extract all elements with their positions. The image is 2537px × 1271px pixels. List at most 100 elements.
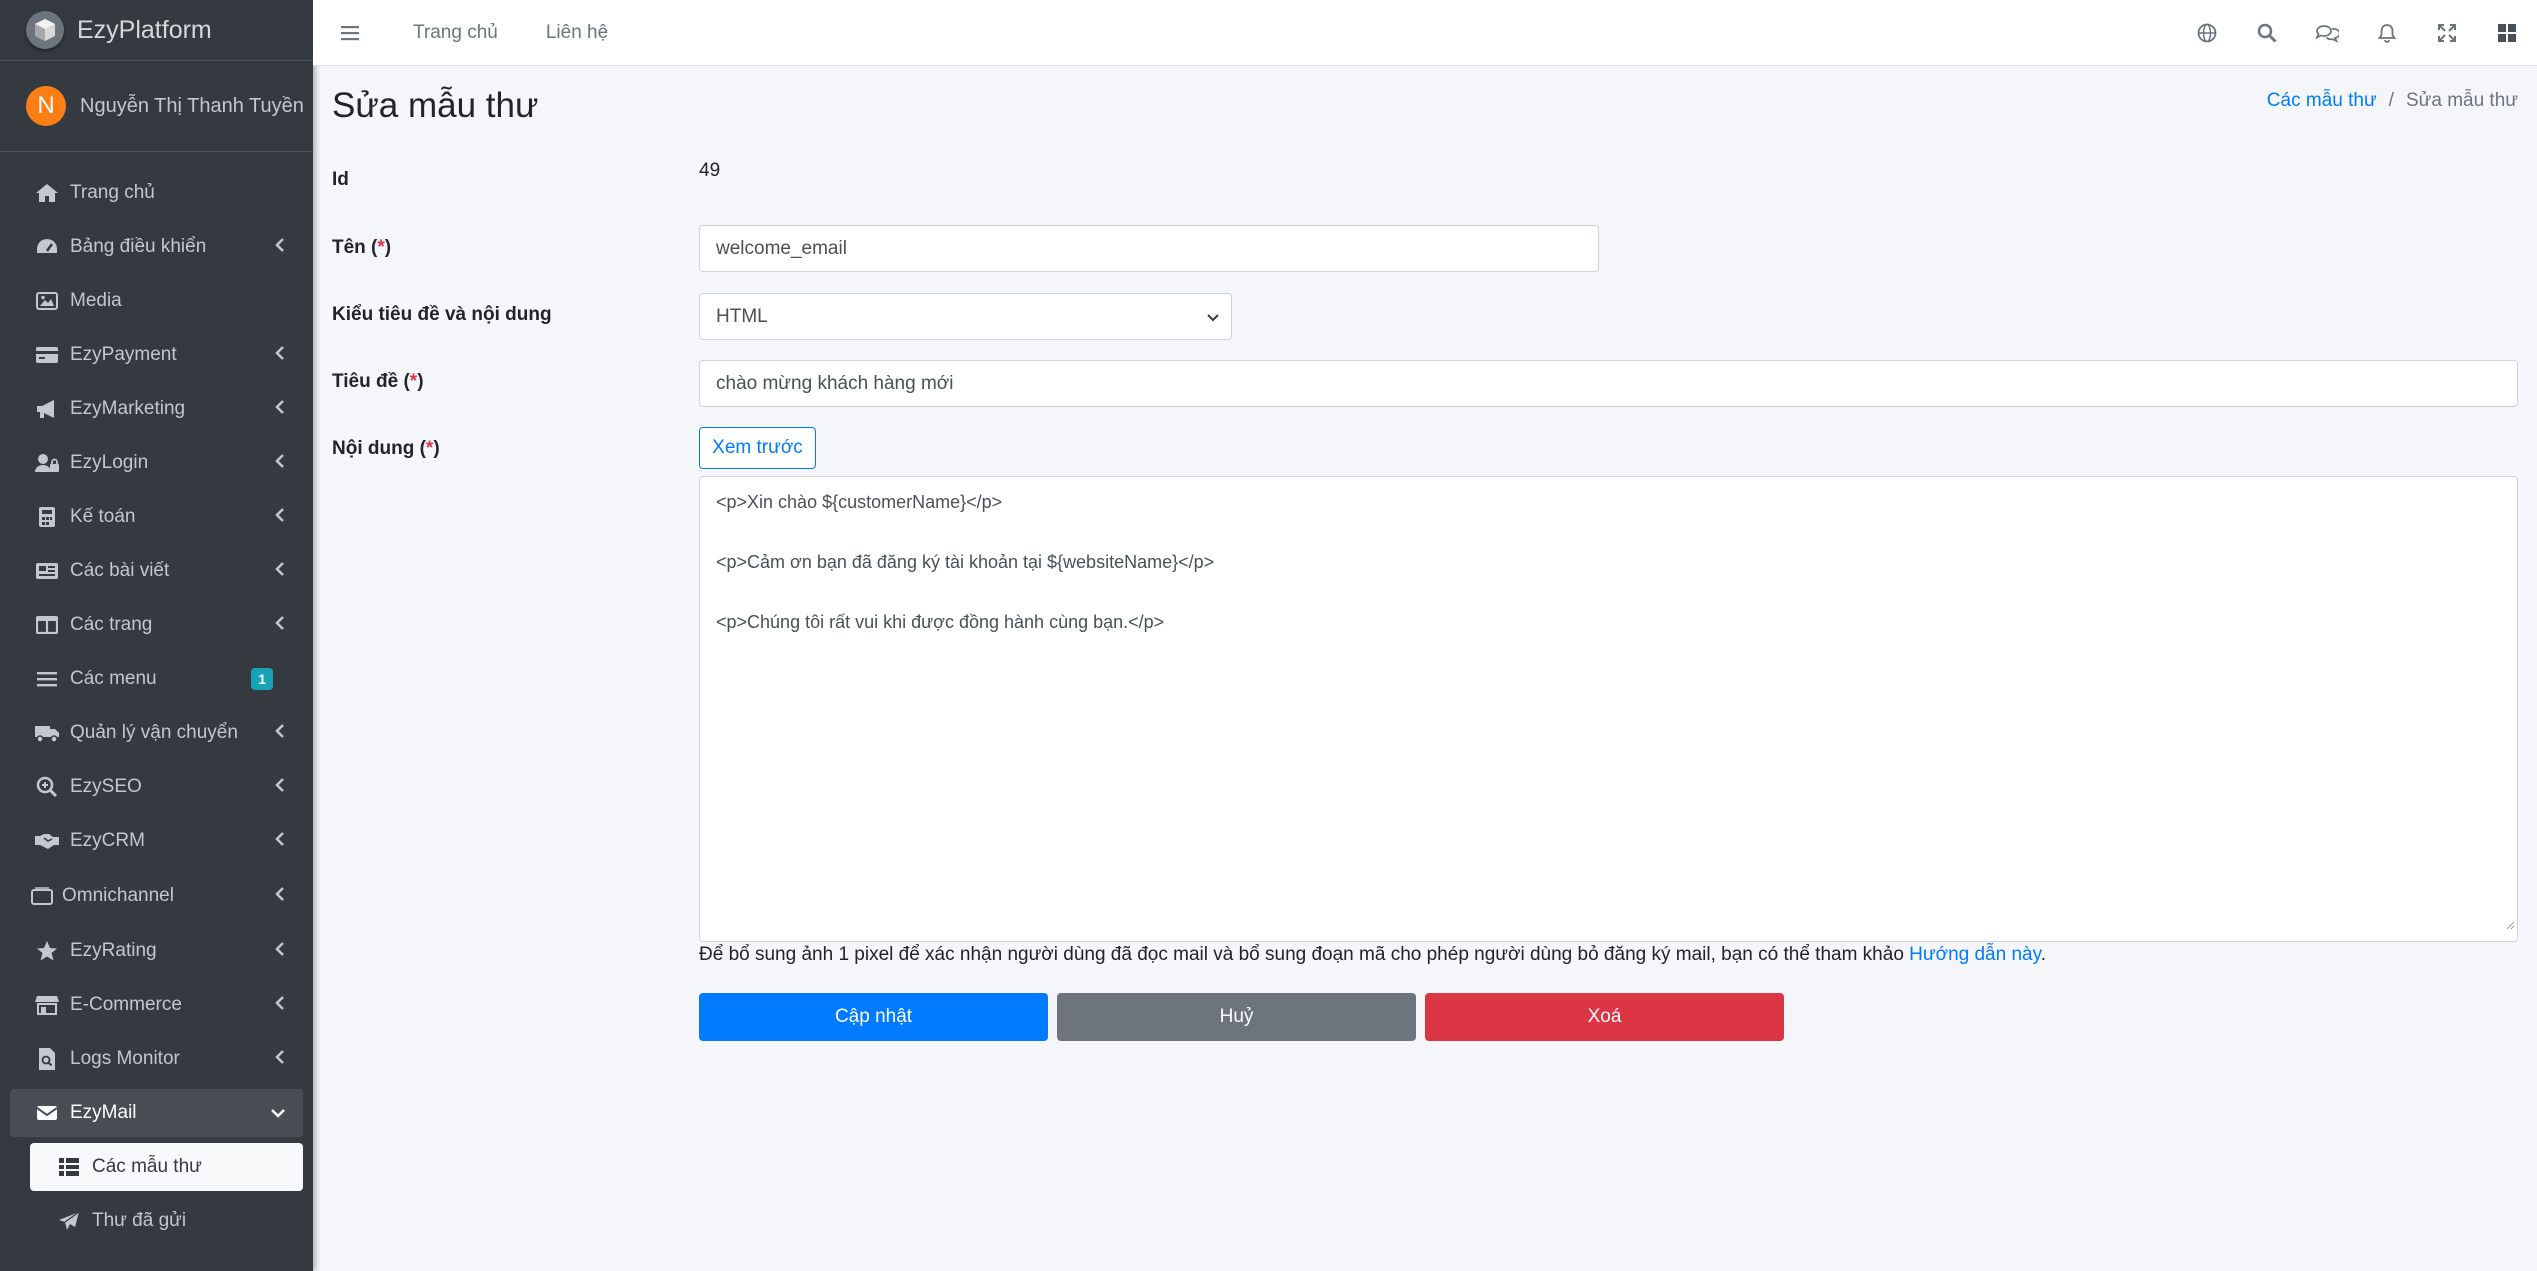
sidebar-item-label: EzyLogin: [70, 452, 149, 473]
label-close: ): [433, 438, 440, 459]
delete-button[interactable]: Xoá: [1425, 993, 1784, 1041]
content-textarea[interactable]: <p>Xin chào ${customerName}</p> <p>Cảm ơ…: [699, 476, 2518, 942]
sidebar-item-label: EzyPayment: [70, 344, 177, 365]
sidebar-item-label: Bảng điều khiển: [70, 236, 207, 257]
breadcrumb-separator: /: [2388, 90, 2394, 111]
chevron-left-icon: [275, 1048, 285, 1070]
sidebar-item-cac-mau-thu[interactable]: Các mẫu thư: [30, 1143, 303, 1191]
sidebar-item-e-commerce[interactable]: E-Commerce: [10, 981, 303, 1029]
chevron-down-icon: [271, 1102, 285, 1124]
breadcrumb-link-templates[interactable]: Các mẫu thư: [2267, 90, 2377, 112]
sidebar-item-ezylogin[interactable]: EzyLogin: [10, 439, 303, 487]
sidebar-item-label: EzyCRM: [70, 830, 145, 851]
user-lock-icon: [33, 453, 61, 473]
chevron-left-icon: [275, 830, 285, 852]
window-icon: [28, 887, 56, 905]
sidebar-item-label: Kế toán: [70, 506, 136, 527]
sidebar-item-label: Các bài viết: [70, 560, 170, 581]
content-line: <p>Xin chào ${customerName}</p>: [716, 492, 1003, 512]
avatar: N: [26, 86, 66, 126]
type-select[interactable]: HTML: [699, 293, 1232, 340]
apps-grid-icon[interactable]: [2477, 23, 2537, 43]
name-input-value: welcome_email: [716, 237, 847, 259]
sidebar-item-omnichannel[interactable]: Omnichannel: [10, 872, 303, 920]
hamburger-menu-icon[interactable]: [341, 25, 365, 41]
sidebar-item-ezyrating[interactable]: EzyRating: [10, 927, 303, 975]
user-panel[interactable]: N Nguyễn Thị Thanh Tuyền: [0, 61, 313, 152]
sidebar-item-label: Trang chủ: [70, 182, 155, 203]
type-select-value: HTML: [716, 305, 768, 327]
resize-handle-icon[interactable]: [2505, 909, 2515, 939]
sidebar-item-ezycrm[interactable]: EzyCRM: [10, 817, 303, 865]
brand-name: EzyPlatform: [77, 15, 212, 44]
chevron-left-icon: [275, 776, 285, 798]
expand-icon[interactable]: [2417, 24, 2477, 42]
home-icon: [33, 182, 61, 204]
sidebar-item-bang-dieu-khien[interactable]: Bảng điều khiển: [10, 223, 303, 271]
chevron-left-icon: [275, 940, 285, 962]
sidebar: EzyPlatform N Nguyễn Thị Thanh Tuyền Tra…: [0, 0, 313, 1271]
image-icon: [33, 292, 61, 310]
sidebar-item-ezymail[interactable]: EzyMail: [10, 1089, 303, 1137]
update-button[interactable]: Cập nhật: [699, 993, 1048, 1041]
chevron-left-icon: [275, 506, 285, 528]
sidebar-item-trang-chu[interactable]: Trang chủ: [10, 169, 303, 217]
sidebar-item-quan-ly-van-chuyen[interactable]: Quản lý vận chuyển: [10, 709, 303, 757]
subject-label: Tiêu đề (*): [332, 371, 424, 393]
chevron-left-icon: [275, 614, 285, 636]
sidebar-item-logs-monitor[interactable]: Logs Monitor: [10, 1035, 303, 1083]
breadcrumb: Các mẫu thư / Sửa mẫu thư: [2267, 90, 2518, 112]
breadcrumb-current: Sửa mẫu thư: [2405, 90, 2518, 111]
subject-input[interactable]: chào mừng khách hàng mới: [699, 360, 2518, 407]
sidebar-item-media[interactable]: Media: [10, 277, 303, 325]
name-input[interactable]: welcome_email: [699, 225, 1599, 272]
required-mark: *: [377, 237, 385, 258]
sidebar-item-cac-bai-viet[interactable]: Các bài viết: [10, 547, 303, 595]
sidebar-item-label: EzyMail: [70, 1102, 137, 1123]
chevron-left-icon: [275, 722, 285, 744]
top-link-home[interactable]: Trang chủ: [413, 22, 498, 44]
id-value: 49: [699, 160, 721, 181]
label-close: ): [417, 371, 424, 392]
chevron-left-icon: [275, 236, 285, 258]
top-link-contact[interactable]: Liên hệ: [546, 22, 608, 44]
sidebar-item-cac-trang[interactable]: Các trang: [10, 601, 303, 649]
sidebar-item-label: Media: [70, 290, 122, 311]
help-text: Để bổ sung ảnh 1 pixel để xác nhận người…: [699, 944, 2046, 966]
sidebar-item-thu-da-gui[interactable]: Thư đã gửi: [30, 1197, 303, 1245]
sidebar-item-label: EzyMarketing: [70, 398, 186, 419]
label-close: ): [384, 237, 392, 258]
star-icon: [33, 940, 61, 962]
subject-label-text: Tiêu đề (: [332, 371, 410, 392]
preview-button[interactable]: Xem trước: [699, 427, 816, 469]
sidebar-item-label: EzyRating: [70, 940, 157, 961]
content-line: <p>Chúng tôi rất vui khi được đồng hành …: [716, 612, 1165, 632]
sidebar-item-label: Các mẫu thư: [92, 1156, 202, 1177]
file-search-icon: [33, 1047, 61, 1071]
truck-icon: [33, 723, 61, 743]
name-label: Tên (*): [332, 237, 391, 259]
comments-icon[interactable]: [2297, 23, 2357, 43]
sidebar-item-ezypayment[interactable]: EzyPayment: [10, 331, 303, 379]
sidebar-item-ezymarketing[interactable]: EzyMarketing: [10, 385, 303, 433]
columns-icon: [33, 616, 61, 634]
search-icon[interactable]: [2237, 23, 2297, 43]
subject-input-value: chào mừng khách hàng mới: [716, 372, 954, 394]
brand-logo-icon: [26, 11, 64, 49]
megaphone-icon: [33, 399, 61, 419]
sidebar-item-label: Thư đã gửi: [92, 1210, 187, 1231]
guide-link[interactable]: Hướng dẫn này: [1909, 944, 2041, 965]
cancel-button[interactable]: Huỷ: [1057, 993, 1416, 1041]
sidebar-item-cac-menu[interactable]: Các menu 1: [10, 655, 303, 703]
globe-icon[interactable]: [2177, 23, 2237, 43]
user-name[interactable]: Nguyễn Thị Thanh Tuyền: [80, 95, 304, 118]
sidebar-item-label: Logs Monitor: [70, 1048, 180, 1069]
sidebar-item-ezyseo[interactable]: EzySEO: [10, 763, 303, 811]
sidebar-item-label: Omnichannel: [62, 885, 174, 906]
paper-plane-icon: [55, 1211, 83, 1231]
bell-icon[interactable]: [2357, 23, 2417, 43]
brand-link[interactable]: EzyPlatform: [0, 0, 313, 61]
chevron-left-icon: [275, 452, 285, 474]
type-label: Kiểu tiêu đề và nội dung: [332, 304, 552, 325]
sidebar-item-ke-toan[interactable]: Kế toán: [10, 493, 303, 541]
